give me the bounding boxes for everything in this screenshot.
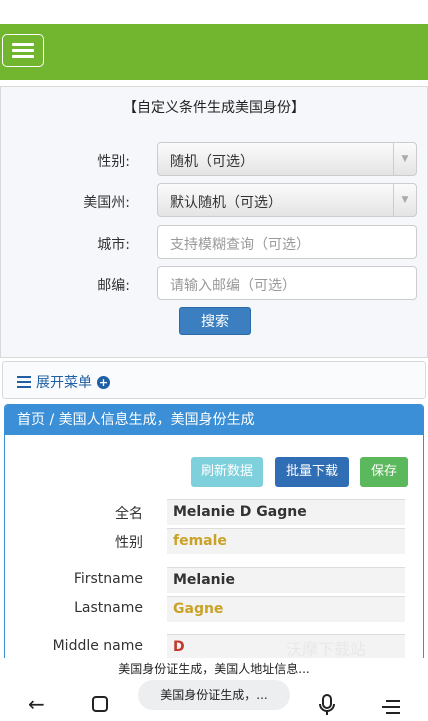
- panel-title: 【自定义条件生成美国身份】: [123, 100, 305, 116]
- search-button[interactable]: 搜索: [179, 307, 251, 335]
- list-icon: [17, 376, 31, 388]
- gender-select[interactable]: 随机（可选） ▼: [157, 142, 417, 176]
- field-label: Middle name: [52, 638, 143, 654]
- status-bar-area: [0, 0, 428, 24]
- expand-menu-bar[interactable]: 展开菜单 +: [2, 361, 426, 399]
- top-navbar: [0, 24, 428, 80]
- field-value[interactable]: Gagne: [167, 596, 405, 622]
- gender-row: 性别: 随机（可选） ▼: [1, 142, 427, 178]
- field-value[interactable]: Melanie D Gagne: [167, 499, 405, 525]
- city-placeholder: 支持模糊查询（可选）: [170, 237, 310, 253]
- field-row-firstname: Firstname Melanie: [5, 567, 423, 593]
- city-label: 城市:: [97, 237, 130, 253]
- field-label: Firstname: [73, 571, 143, 587]
- save-button[interactable]: 保存: [360, 457, 408, 487]
- identity-card: 首页 / 美国人信息生成，美国身份生成 刷新数据 批量下载 保存 全名 Mela…: [4, 404, 424, 664]
- state-row: 美国州: 默认随机（可选） ▼: [1, 183, 427, 219]
- city-row: 城市: 支持模糊查询（可选）: [1, 225, 427, 261]
- browser-bottom-bar: ← 美国身份证生成，...: [0, 680, 428, 720]
- field-label: 性别: [115, 535, 143, 551]
- gender-label: 性别:: [97, 154, 130, 170]
- state-select-value: 默认随机（可选）: [170, 195, 282, 211]
- field-value[interactable]: Melanie: [167, 567, 405, 593]
- state-label: 美国州:: [83, 195, 130, 211]
- back-arrow-icon[interactable]: ←: [28, 692, 45, 716]
- field-value[interactable]: female: [167, 528, 405, 554]
- watermark: 沃摩下载站: [286, 640, 367, 659]
- plus-circle-icon: +: [97, 375, 110, 389]
- zip-input[interactable]: 请输入邮编（可选）: [157, 266, 417, 300]
- field-label: Lastname: [74, 600, 143, 616]
- state-select[interactable]: 默认随机（可选） ▼: [157, 183, 417, 217]
- zip-row: 邮编: 请输入邮编（可选）: [1, 266, 427, 302]
- menu-lines-icon[interactable]: [380, 696, 402, 720]
- city-input[interactable]: 支持模糊查询（可选）: [157, 225, 417, 259]
- field-row-gender: 性别 female: [5, 528, 423, 554]
- microphone-icon[interactable]: [318, 694, 336, 721]
- gender-select-value: 随机（可选）: [170, 154, 254, 170]
- batch-download-button[interactable]: 批量下载: [275, 457, 349, 487]
- field-label: 全名: [115, 506, 143, 522]
- url-bar[interactable]: 美国身份证生成，...: [138, 680, 290, 710]
- breadcrumb[interactable]: 首页 / 美国人信息生成，美国身份生成: [5, 405, 423, 435]
- zip-placeholder: 请输入邮编（可选）: [170, 278, 296, 294]
- expand-menu-label: 展开菜单: [36, 375, 92, 391]
- refresh-data-button[interactable]: 刷新数据: [191, 457, 263, 487]
- field-row-fullname: 全名 Melanie D Gagne: [5, 499, 423, 525]
- zip-label: 邮编:: [97, 278, 130, 294]
- page-title-bar: 美国身份证生成，美国人地址信息...: [0, 658, 428, 680]
- custom-search-panel: 【自定义条件生成美国身份】 性别: 随机（可选） ▼ 美国州: 默认随机（可选）…: [0, 86, 428, 358]
- chevron-down-icon: ▼: [393, 184, 416, 216]
- hamburger-menu-icon[interactable]: [2, 34, 44, 67]
- chevron-down-icon: ▼: [393, 143, 416, 175]
- field-row-lastname: Lastname Gagne: [5, 596, 423, 622]
- tabs-icon[interactable]: [90, 694, 110, 719]
